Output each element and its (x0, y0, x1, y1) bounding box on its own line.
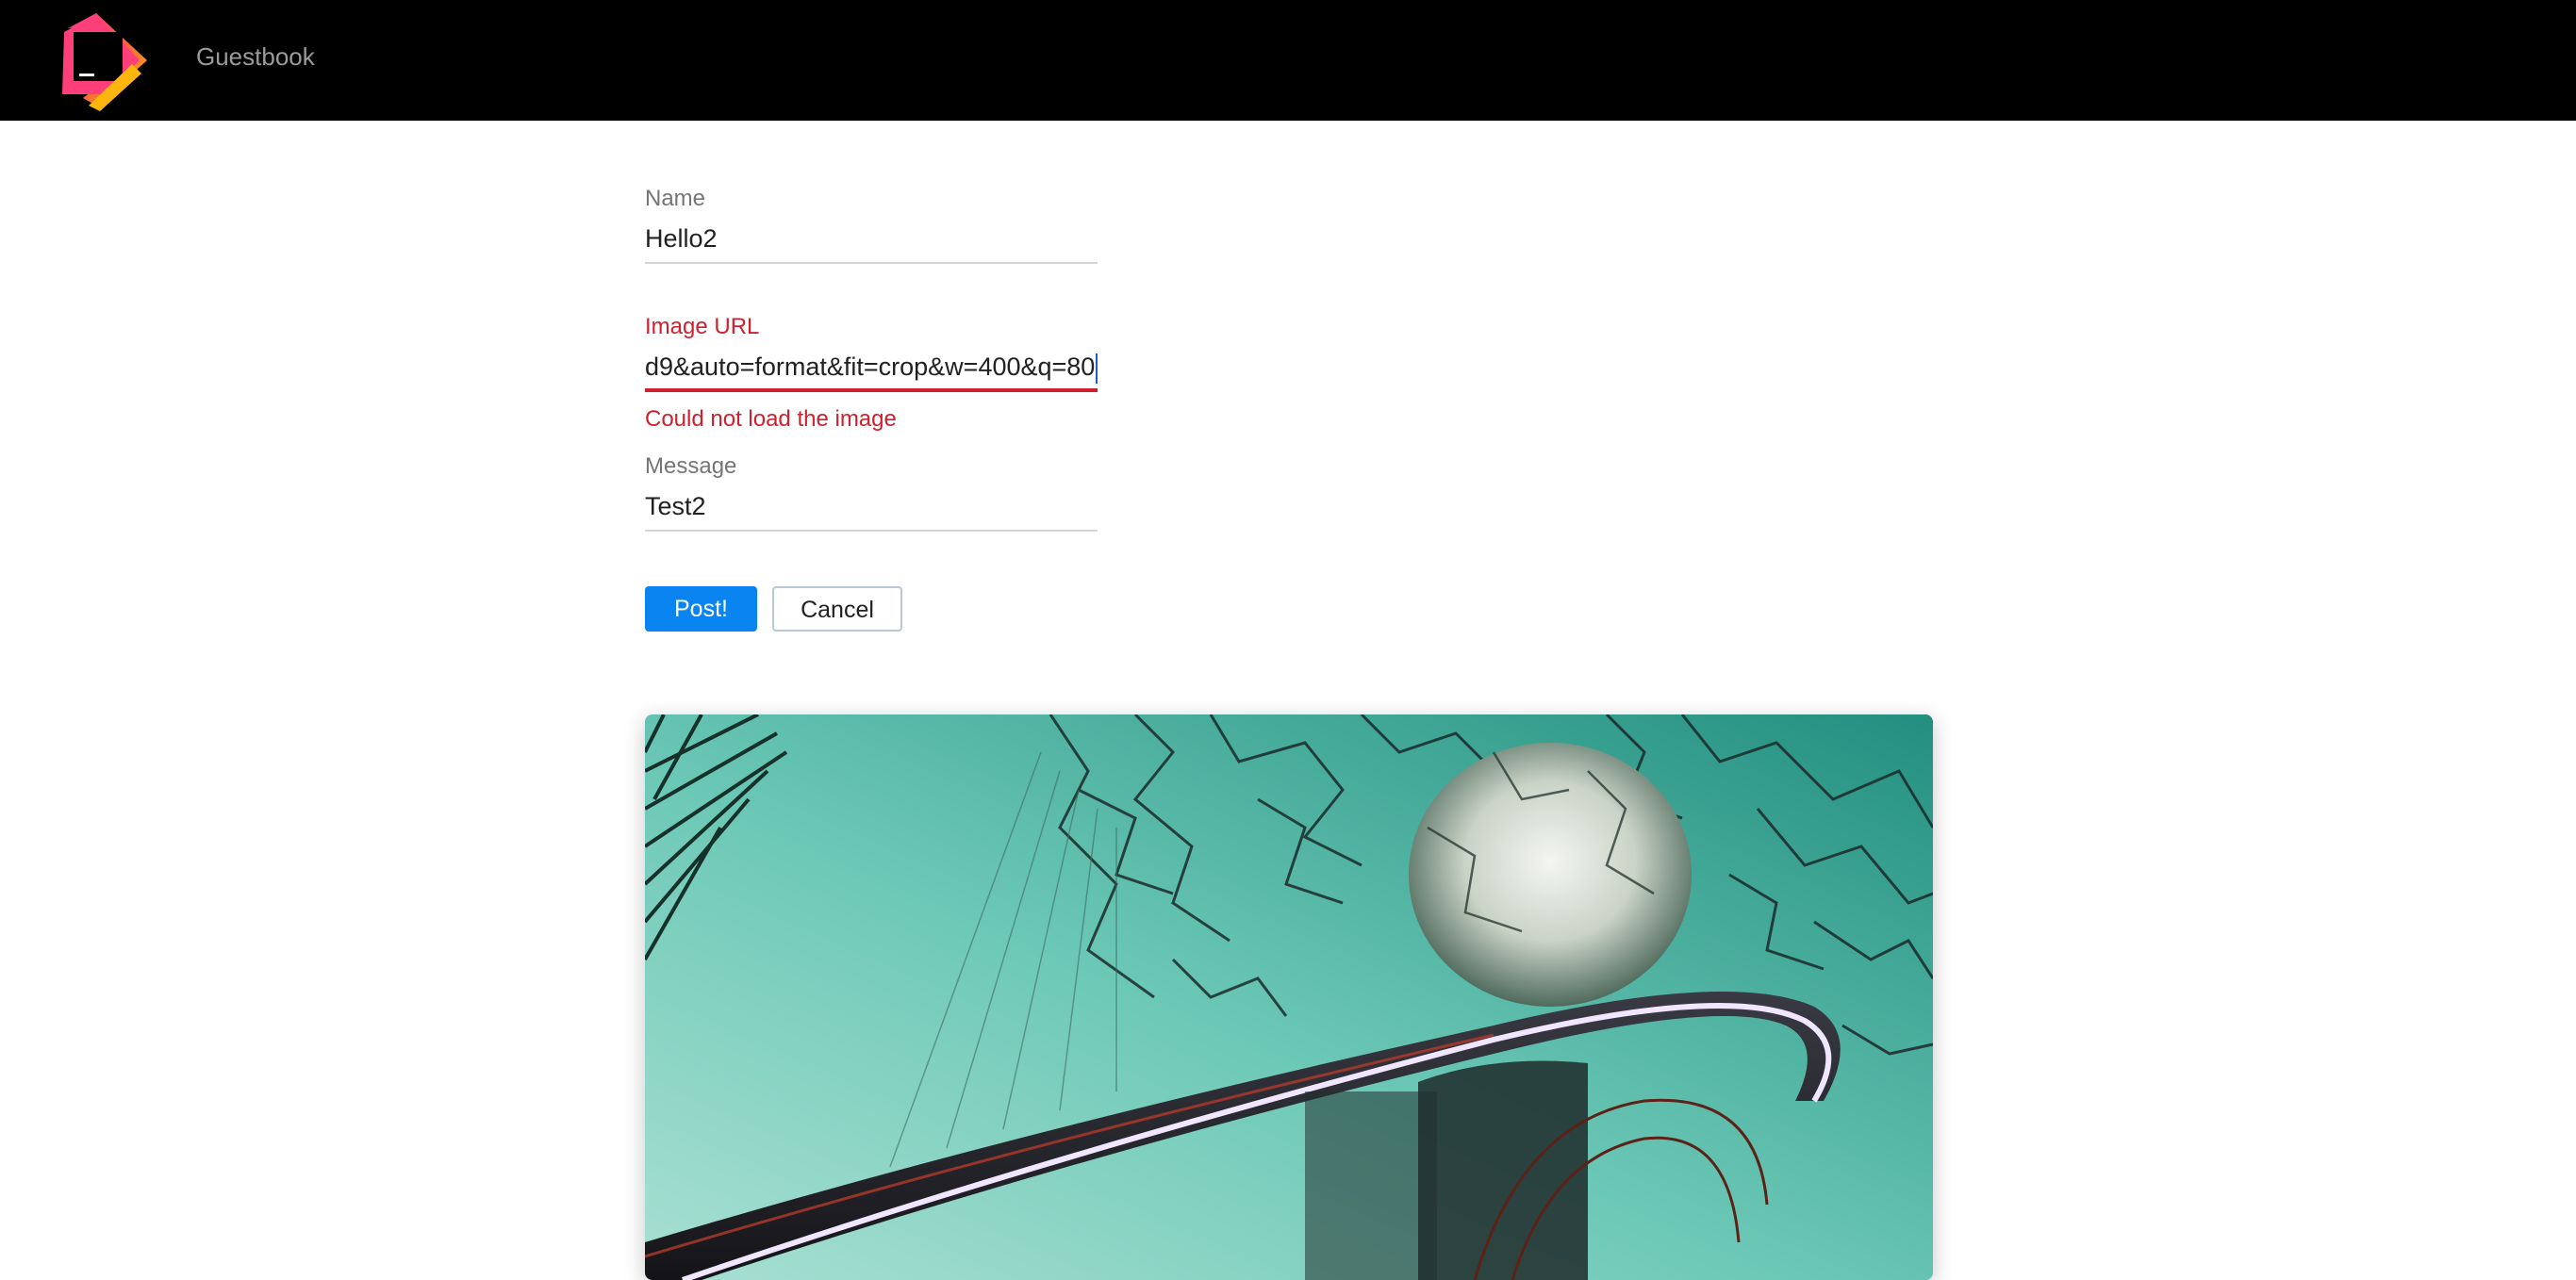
top-navbar: Guestbook (0, 0, 2576, 121)
supertree-photo (645, 714, 1933, 1280)
form-actions: Post! Cancel (645, 586, 1098, 633)
message-field-group: Message Test2 (645, 452, 1098, 532)
cancel-button[interactable]: Cancel (772, 586, 902, 632)
text-caret (1096, 353, 1098, 384)
guestbook-form: Name Hello2 Image URL d9&auto=format&fit… (645, 185, 1098, 633)
image-url-input[interactable]: d9&auto=format&fit=crop&w=400&q=80 (645, 341, 1098, 392)
post-button[interactable]: Post! (645, 586, 757, 632)
image-url-error: Could not load the image (645, 406, 897, 432)
image-url-label: Image URL (645, 314, 760, 339)
image-url-value: d9&auto=format&fit=crop&w=400&q=80 (645, 353, 1096, 381)
app-title[interactable]: Guestbook (196, 40, 315, 74)
jetbrains-logo-icon[interactable] (55, 8, 160, 113)
image-url-field-group: Image URL d9&auto=format&fit=crop&w=400&… (645, 313, 1098, 434)
name-input[interactable]: Hello2 (645, 213, 1098, 264)
message-label: Message (645, 453, 737, 479)
image-preview-card (645, 714, 1933, 1280)
message-input[interactable]: Test2 (645, 481, 1098, 532)
name-label: Name (645, 186, 706, 211)
name-field-group: Name Hello2 (645, 185, 1098, 264)
